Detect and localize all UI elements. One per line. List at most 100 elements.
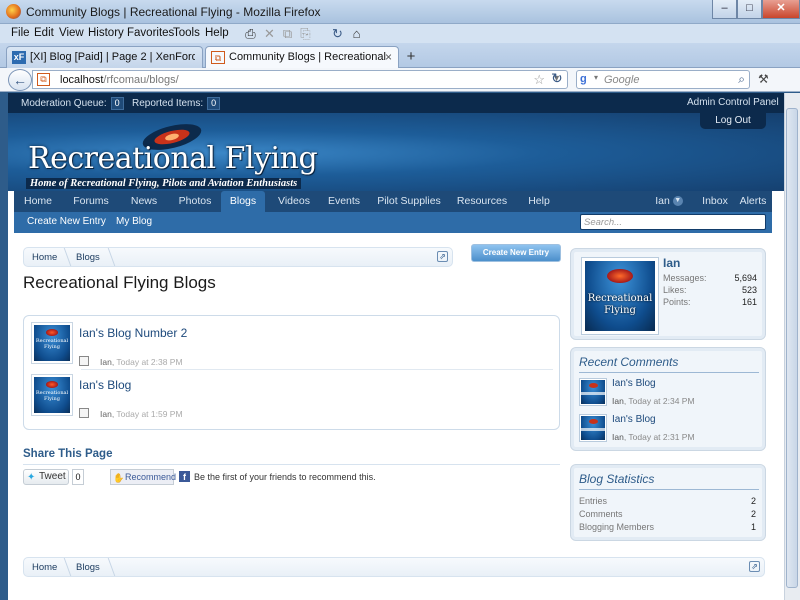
menu-history[interactable]: History bbox=[88, 27, 124, 39]
menu-file[interactable]: File bbox=[11, 27, 30, 39]
nav-inbox[interactable]: Inbox bbox=[698, 191, 732, 212]
cut-icon[interactable]: ✕ bbox=[262, 26, 277, 41]
site-logo-title[interactable]: Recreational Flying bbox=[28, 141, 318, 176]
comment-title-link[interactable]: Ian's Blog bbox=[612, 414, 656, 425]
subnav-create-new-entry[interactable]: Create New Entry bbox=[27, 216, 106, 227]
page-title: Recreational Flying Blogs bbox=[23, 273, 216, 292]
reload-page-icon[interactable]: ↻ bbox=[551, 70, 563, 87]
breadcrumb-blogs[interactable]: Blogs bbox=[76, 252, 100, 263]
copy-icon[interactable]: ⧉ bbox=[280, 26, 295, 41]
visitor-avatar[interactable]: Recreational Flying bbox=[581, 257, 659, 335]
menu-bar: File Edit View History Favorites Tools H… bbox=[0, 24, 800, 43]
comment-title-link[interactable]: Ian's Blog bbox=[612, 378, 656, 389]
comment-thumbnail[interactable] bbox=[579, 414, 607, 442]
search-placeholder: Google bbox=[604, 74, 640, 86]
nav-tab-resources[interactable]: Resources bbox=[452, 191, 512, 212]
breadcrumb-separator bbox=[54, 248, 72, 266]
blog-title-link[interactable]: Ian's Blog bbox=[79, 378, 131, 392]
comment-meta: Ian, Today at 2:34 PM bbox=[612, 396, 695, 406]
site-search-input[interactable]: Search... bbox=[580, 214, 766, 230]
create-new-entry-button[interactable]: Create New Entry bbox=[471, 244, 561, 262]
nav-tab-news[interactable]: News bbox=[124, 191, 164, 212]
moderation-queue-link[interactable]: Moderation Queue: 0 bbox=[21, 97, 124, 110]
share-title: Share This Page bbox=[23, 448, 113, 460]
url-bar[interactable]: ⧉ localhost/rfcomau/blogs/ ☆ ▼ bbox=[32, 70, 568, 89]
breadcrumb-home[interactable]: Home bbox=[32, 562, 57, 573]
blog-thumbnail[interactable]: Recreational Flying bbox=[31, 322, 73, 364]
minimize-button[interactable]: – bbox=[712, 0, 737, 19]
bookmark-star-icon[interactable]: ☆ bbox=[533, 72, 545, 88]
comment-thumbnail[interactable] bbox=[579, 378, 607, 406]
nav-tab-pilot-supplies[interactable]: Pilot Supplies bbox=[374, 191, 444, 212]
menu-favorites[interactable]: Favorites bbox=[127, 27, 174, 39]
stat-value: 161 bbox=[741, 297, 757, 307]
nav-tab-videos[interactable]: Videos bbox=[272, 191, 316, 212]
nav-tab-events[interactable]: Events bbox=[322, 191, 366, 212]
blog-author[interactable]: Ian bbox=[100, 357, 112, 367]
nav-tab-blogs[interactable]: Blogs bbox=[221, 191, 265, 212]
tab-community-blogs[interactable]: ⧉ Community Blogs | Recreational Flying … bbox=[205, 46, 399, 69]
window-title: Community Blogs | Recreational Flying - … bbox=[26, 5, 321, 19]
blog-thumbnail[interactable]: Recreational Flying bbox=[31, 374, 73, 416]
reported-items-link[interactable]: Reported Items: 0 bbox=[132, 97, 221, 110]
navigation-toolbar: ← ⧉ localhost/rfcomau/blogs/ ☆ ▼ ↻ g ▾ G… bbox=[0, 68, 800, 92]
site-logo-subtitle: Home of Recreational Flying, Pilots and … bbox=[26, 178, 302, 189]
nav-tab-help[interactable]: Help bbox=[518, 191, 560, 212]
blog-meta: Ian, Today at 2:38 PM bbox=[100, 357, 183, 367]
blog-time: Today at 2:38 PM bbox=[116, 357, 183, 367]
menu-edit[interactable]: Edit bbox=[34, 27, 54, 39]
reload-icon[interactable]: ↻ bbox=[330, 26, 345, 41]
breadcrumb-separator bbox=[98, 558, 116, 576]
back-button[interactable]: ← bbox=[8, 69, 32, 91]
nav-tab-photos[interactable]: Photos bbox=[172, 191, 218, 212]
nav-tab-forums[interactable]: Forums bbox=[68, 191, 114, 212]
xenforo-favicon-icon: xF bbox=[12, 51, 26, 64]
tweet-count: 0 bbox=[72, 469, 84, 485]
select-checkbox[interactable] bbox=[79, 408, 89, 418]
menu-help[interactable]: Help bbox=[205, 27, 229, 39]
facebook-social-text: Be the first of your friends to recommen… bbox=[194, 472, 376, 482]
stat-value: 5,694 bbox=[734, 273, 757, 283]
blog-title-link[interactable]: Ian's Blog Number 2 bbox=[79, 326, 187, 340]
breadcrumb-separator bbox=[98, 248, 116, 266]
window-titlebar[interactable]: Community Blogs | Recreational Flying - … bbox=[0, 0, 800, 24]
print-icon[interactable]: ⎙ bbox=[243, 26, 258, 41]
breadcrumb-jump-icon[interactable]: ⇗ bbox=[749, 561, 760, 572]
scrollbar-thumb[interactable] bbox=[786, 108, 798, 588]
paste-icon[interactable]: ⎘ bbox=[298, 26, 313, 41]
subnav-my-blog[interactable]: My Blog bbox=[116, 216, 152, 227]
blog-author[interactable]: Ian bbox=[100, 409, 112, 419]
divider bbox=[23, 464, 560, 465]
nav-alerts[interactable]: Alerts bbox=[736, 191, 770, 212]
tab-xenforo[interactable]: xF [XI] Blog [Paid] | Page 2 | XenForo C… bbox=[6, 46, 203, 68]
site-identity-icon[interactable]: ⧉ bbox=[37, 73, 50, 86]
logout-button[interactable]: Log Out bbox=[700, 113, 766, 129]
web-search-input[interactable]: g ▾ Google ⌕ bbox=[576, 70, 750, 89]
menu-view[interactable]: View bbox=[59, 27, 84, 39]
google-icon[interactable]: g bbox=[580, 73, 593, 86]
tools-icon[interactable]: ⚒ bbox=[758, 72, 769, 86]
breadcrumb-jump-icon[interactable]: ⇗ bbox=[437, 251, 448, 262]
maximize-button[interactable]: □ bbox=[737, 0, 762, 19]
reported-count: 0 bbox=[207, 97, 221, 110]
visitor-name[interactable]: Ian bbox=[663, 256, 680, 270]
nav-tab-home[interactable]: Home bbox=[20, 191, 56, 212]
select-checkbox[interactable] bbox=[79, 356, 89, 366]
home-icon[interactable]: ⌂ bbox=[349, 26, 364, 41]
tweet-button[interactable]: ✦ Tweet bbox=[23, 469, 69, 485]
search-engine-dropdown-icon[interactable]: ▾ bbox=[594, 73, 598, 82]
stat-value: 523 bbox=[741, 285, 757, 295]
tab-close-icon[interactable]: × bbox=[385, 50, 392, 64]
menu-tools[interactable]: Tools bbox=[173, 27, 200, 39]
breadcrumb-blogs[interactable]: Blogs bbox=[76, 562, 100, 573]
close-button[interactable]: ✕ bbox=[762, 0, 800, 19]
facebook-recommend-button[interactable]: ✋ Recommend bbox=[110, 469, 176, 485]
main-content: Home Blogs ⇗ Create New Entry Recreation… bbox=[14, 241, 563, 531]
breadcrumb-home[interactable]: Home bbox=[32, 252, 57, 263]
site-favicon-icon: ⧉ bbox=[211, 51, 225, 64]
new-tab-button[interactable]: + bbox=[402, 48, 420, 66]
search-placeholder: Search... bbox=[584, 217, 623, 228]
nav-user-menu[interactable]: Ian ▼ bbox=[652, 191, 686, 212]
search-icon[interactable]: ⌕ bbox=[738, 72, 745, 87]
admin-control-panel-link[interactable]: Admin Control Panel bbox=[687, 97, 779, 108]
